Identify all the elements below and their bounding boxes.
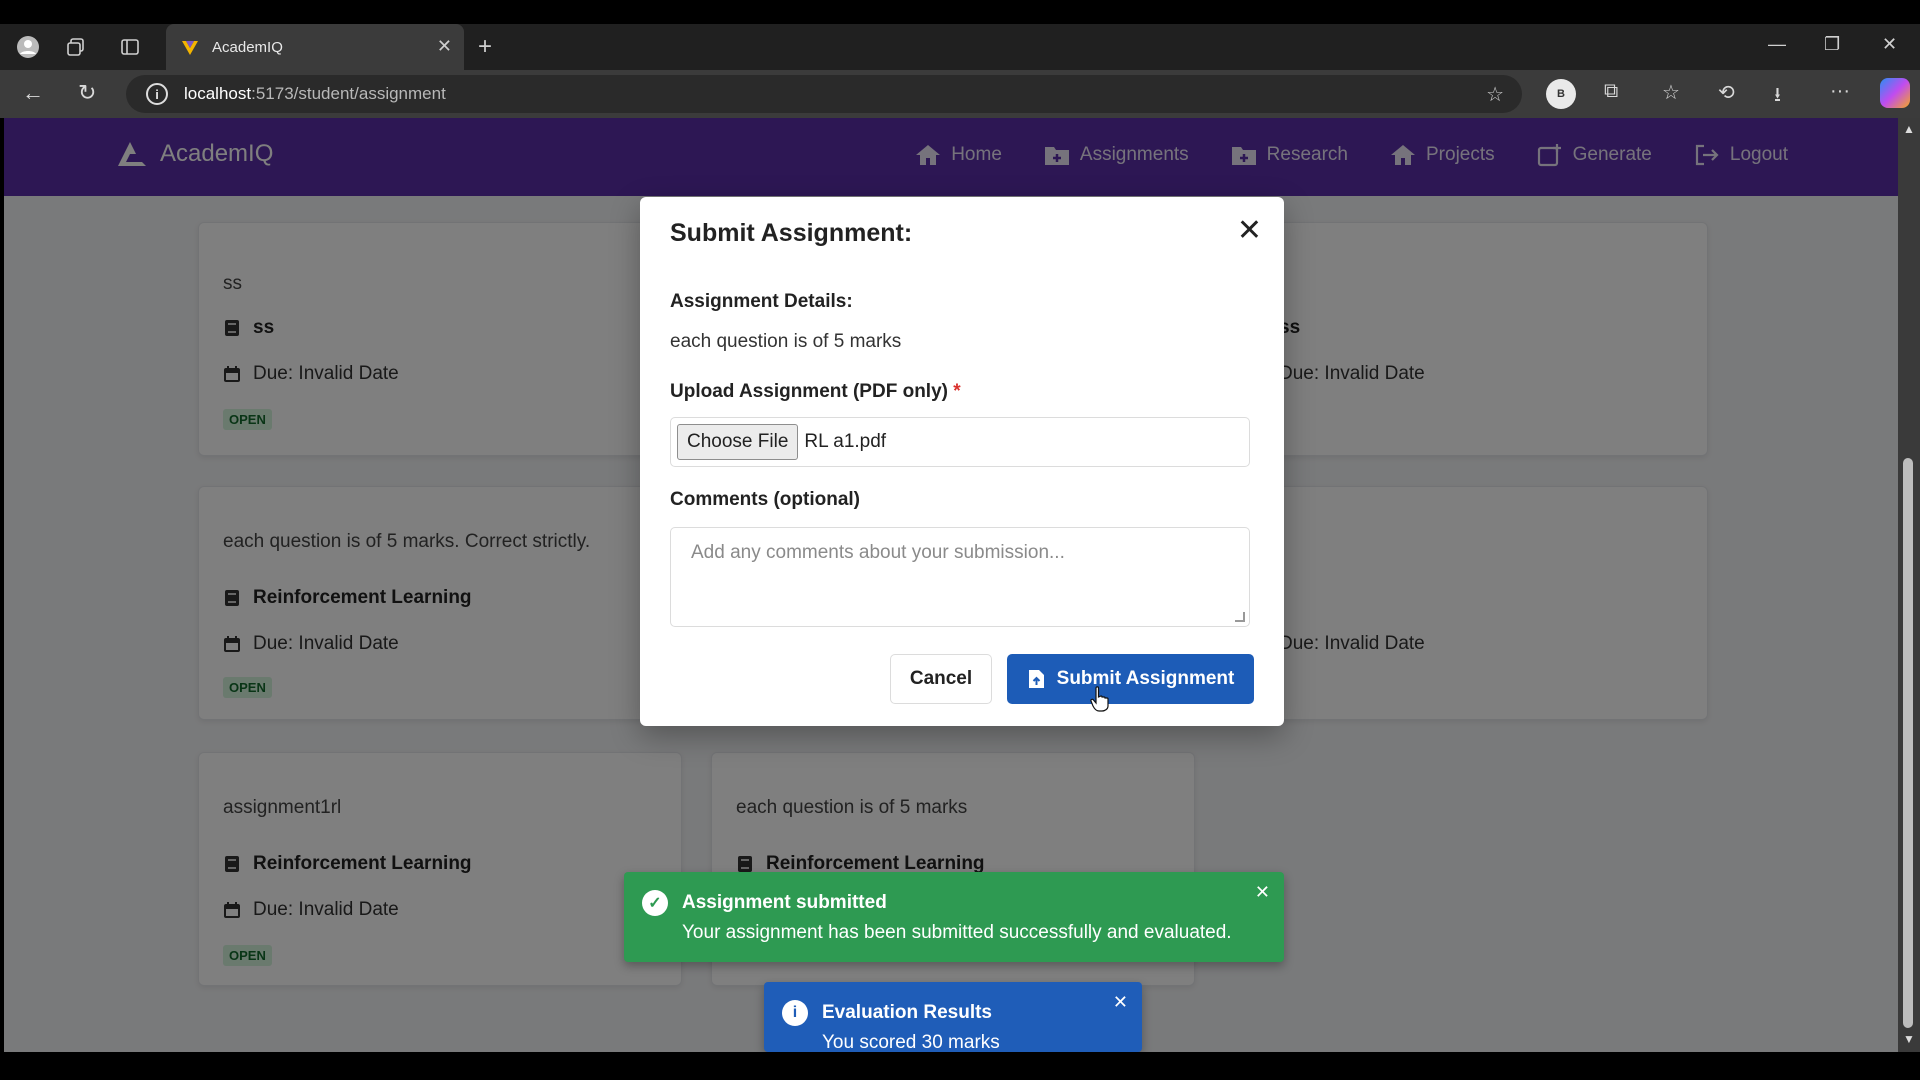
- browser-toolbar: ← ↻ i localhost:5173/student/assignment …: [0, 70, 1920, 118]
- scrollbar-thumb[interactable]: [1903, 458, 1913, 1028]
- toast-close-icon[interactable]: ✕: [1113, 992, 1128, 1013]
- page-viewport: AcademIQ Home Assignments Research Proj: [4, 118, 1898, 1052]
- browser-tab-bar: AcademIQ ✕ + — ❐ ✕: [0, 24, 1920, 70]
- toast-success: ✓ Assignment submitted Your assignment h…: [624, 872, 1284, 962]
- refresh-icon[interactable]: ↻: [78, 80, 96, 106]
- info-circle-icon: i: [782, 1000, 808, 1026]
- resize-handle-icon[interactable]: [1235, 612, 1245, 622]
- toast-info-body: You scored 30 marks: [822, 1032, 1000, 1052]
- comments-textarea[interactable]: Add any comments about your submission..…: [670, 527, 1250, 627]
- copilot-icon[interactable]: [1880, 78, 1910, 108]
- address-bar[interactable]: i localhost:5173/student/assignment ☆: [126, 75, 1522, 113]
- screen: AcademIQ ✕ + — ❐ ✕ ← ↻ i localhost:5173/…: [0, 0, 1920, 1080]
- submit-assignment-button[interactable]: Submit Assignment: [1007, 654, 1254, 704]
- choose-file-button[interactable]: Choose File: [677, 424, 799, 460]
- site-info-icon[interactable]: i: [146, 83, 168, 105]
- check-circle-icon: ✓: [642, 890, 668, 916]
- profile-badge[interactable]: B: [1546, 79, 1576, 109]
- toast-close-icon[interactable]: ✕: [1255, 882, 1270, 903]
- url-path: :5173/student/assignment: [251, 84, 446, 103]
- academiq-favicon-icon: [180, 37, 200, 57]
- toast-success-body: Your assignment has been submitted succe…: [682, 922, 1232, 943]
- file-input[interactable]: Choose File RL a1.pdf: [670, 417, 1250, 467]
- scroll-down-icon[interactable]: ▼: [1903, 1032, 1915, 1046]
- submit-assignment-modal: Submit Assignment: ✕ Assignment Details:…: [640, 197, 1284, 726]
- favorite-star-icon[interactable]: ☆: [1486, 82, 1504, 107]
- comments-label: Comments (optional): [670, 489, 860, 510]
- vertical-tabs-icon[interactable]: [116, 33, 144, 61]
- details-text: each question is of 5 marks: [670, 331, 902, 352]
- tab-title: AcademIQ: [212, 38, 283, 56]
- submit-label: Submit Assignment: [1056, 668, 1235, 689]
- profile-avatar-icon[interactable]: [14, 33, 42, 61]
- window-close-icon[interactable]: ✕: [1882, 34, 1897, 55]
- upload-label-text: Upload Assignment (PDF only): [670, 381, 948, 402]
- page-scrollbar[interactable]: ▲ ▼: [1898, 118, 1920, 1052]
- cancel-button[interactable]: Cancel: [890, 654, 992, 704]
- history-icon[interactable]: ⟲: [1718, 80, 1735, 105]
- toast-info-title: Evaluation Results: [822, 1002, 992, 1023]
- browser-tab-active[interactable]: AcademIQ ✕: [166, 24, 464, 70]
- new-tab-icon[interactable]: +: [478, 33, 492, 61]
- collections-icon[interactable]: [62, 33, 90, 61]
- comments-placeholder: Add any comments about your submission..…: [691, 542, 1065, 563]
- modal-close-icon[interactable]: ✕: [1237, 213, 1262, 248]
- extensions-icon[interactable]: ⧉: [1604, 80, 1618, 103]
- url-host: localhost: [184, 84, 252, 103]
- modal-title: Submit Assignment:: [670, 219, 913, 247]
- required-mark: *: [953, 381, 961, 402]
- restore-icon[interactable]: ❐: [1824, 34, 1840, 55]
- tab-close-icon[interactable]: ✕: [437, 36, 452, 57]
- toast-success-title: Assignment submitted: [682, 892, 887, 913]
- minimize-icon[interactable]: —: [1768, 34, 1786, 55]
- more-menu-icon[interactable]: ···: [1830, 80, 1850, 103]
- downloads-icon[interactable]: ⭳: [1774, 80, 1781, 114]
- file-upload-icon: [1028, 670, 1044, 688]
- scroll-up-icon[interactable]: ▲: [1903, 122, 1915, 136]
- favorites-icon[interactable]: ☆: [1662, 80, 1680, 105]
- details-label: Assignment Details:: [670, 291, 853, 312]
- toast-info: i Evaluation Results You scored 30 marks…: [764, 982, 1142, 1052]
- mouse-pointer-icon: [1090, 686, 1109, 712]
- upload-label: Upload Assignment (PDF only) *: [670, 381, 961, 403]
- selected-file-name: RL a1.pdf: [804, 431, 887, 452]
- back-icon[interactable]: ←: [22, 80, 44, 106]
